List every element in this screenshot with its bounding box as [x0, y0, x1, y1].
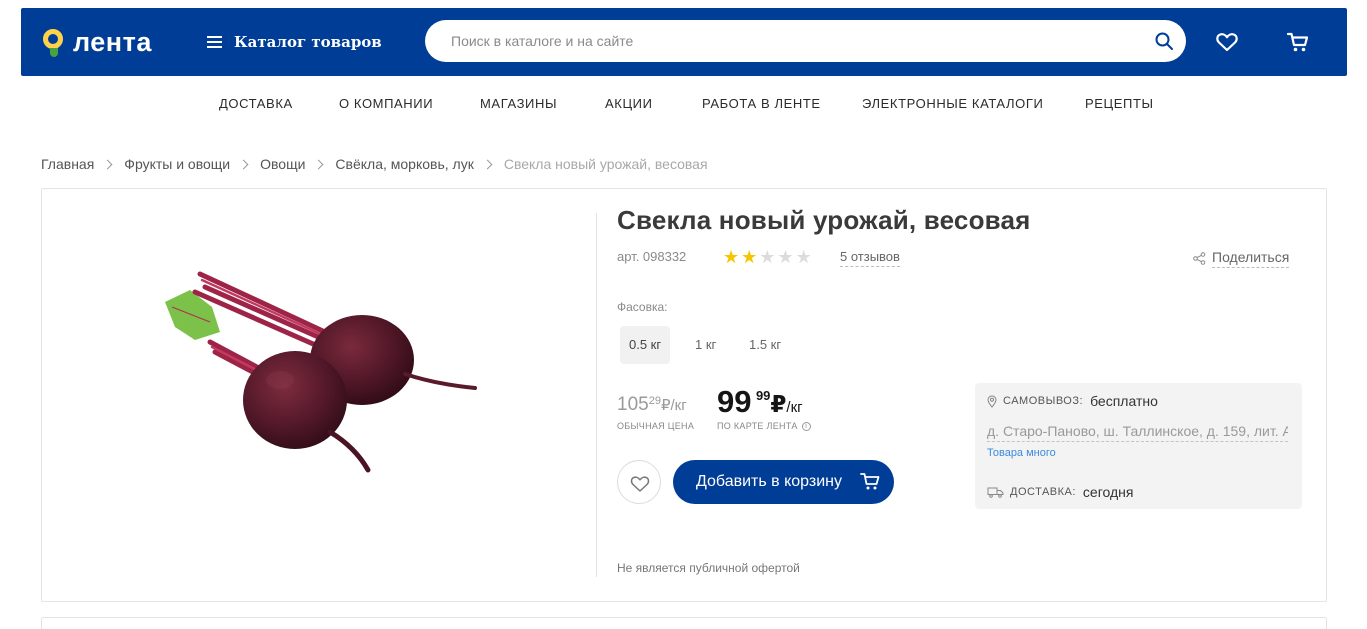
regular-price-cents: 29 — [648, 395, 661, 407]
favorites-heart-icon[interactable] — [1214, 29, 1240, 55]
rating-stars[interactable]: ★ ★ ★ ★ ★ — [723, 248, 814, 266]
disclaimer: Не является публичной офертой — [617, 561, 800, 575]
card-price-unit: /кг — [786, 399, 803, 416]
card-price-cents: 99 — [755, 388, 771, 403]
store-address[interactable]: д. Старо-Паново, ш. Таллинское, д. 159, … — [987, 423, 1288, 442]
site-header: лента Каталог товаров — [21, 8, 1347, 76]
pickup-label: САМОВЫВОЗ: — [1003, 395, 1084, 407]
menu-icon — [207, 36, 222, 48]
delivery-info-box: САМОВЫВОЗ: бесплатно д. Старо-Паново, ш.… — [975, 383, 1302, 509]
chevron-right-icon — [238, 159, 249, 169]
regular-price-unit: ₽/кг — [660, 397, 687, 414]
share-button[interactable]: Поделиться — [1193, 249, 1290, 268]
next-section-card — [41, 617, 1327, 629]
nav-item-e-catalogs[interactable]: ЭЛЕКТРОННЫЕ КАТАЛОГИ — [862, 96, 1043, 111]
add-to-cart-button[interactable]: Добавить в корзину — [673, 460, 894, 504]
chevron-right-icon — [313, 159, 324, 169]
lenta-logo[interactable]: лента — [41, 25, 152, 59]
product-title: Свекла новый урожай, весовая — [617, 205, 1031, 235]
breadcrumb-beet-carrot-onion[interactable]: Свёкла, морковь, лук — [335, 156, 473, 172]
star-icon-filled: ★ — [723, 247, 740, 267]
cart-icon — [860, 473, 880, 490]
catalog-button[interactable]: Каталог товаров — [207, 30, 382, 54]
stock-status: Товара много — [987, 447, 1056, 459]
star-icon-filled: ★ — [741, 247, 758, 267]
card-price-currency: ₽ — [770, 391, 787, 417]
cart-icon[interactable] — [1285, 29, 1311, 55]
card-price: 99 99₽/кг — [717, 384, 803, 420]
location-pin-icon — [987, 394, 997, 408]
packaging-option-1kg[interactable]: 1 кг — [686, 326, 725, 364]
lenta-logo-icon — [41, 27, 67, 57]
card-price-caption-row: ПО КАРТЕ ЛЕНТА i — [717, 421, 811, 431]
add-to-favorites-button[interactable] — [617, 460, 661, 504]
article-number: арт. 098332 — [617, 249, 687, 264]
share-icon — [1193, 252, 1206, 265]
star-icon-empty: ★ — [795, 247, 812, 267]
delivery-label: ДОСТАВКА: — [1010, 486, 1076, 498]
add-to-cart-label: Добавить в корзину — [696, 473, 843, 490]
chevron-right-icon — [102, 159, 113, 169]
heart-icon — [630, 476, 650, 492]
breadcrumb: Главная Фрукты и овощи Овощи Свёкла, мор… — [41, 155, 708, 173]
nav-item-stores[interactable]: МАГАЗИНЫ — [480, 96, 557, 111]
search-bar — [425, 20, 1186, 62]
main-nav: ДОСТАВКА О КОМПАНИИ МАГАЗИНЫ АКЦИИ РАБОТ… — [0, 96, 1367, 118]
breadcrumb-vegetables[interactable]: Овощи — [260, 156, 305, 172]
packaging-option-1-5kg[interactable]: 1.5 кг — [740, 326, 790, 364]
reviews-link[interactable]: 5 отзывов — [840, 249, 900, 267]
star-icon-empty: ★ — [777, 247, 794, 267]
catalog-label: Каталог товаров — [234, 33, 382, 51]
card-price-int: 99 — [717, 384, 752, 419]
delivery-row: ДОСТАВКА: сегодня — [987, 484, 1133, 500]
search-icon[interactable] — [1154, 31, 1174, 51]
packaging-label: Фасовка: — [617, 300, 668, 314]
nav-item-recipes[interactable]: РЕЦЕПТЫ — [1085, 96, 1154, 111]
card-price-caption: ПО КАРТЕ ЛЕНТА — [717, 421, 798, 431]
search-input[interactable] — [451, 20, 1131, 62]
info-icon[interactable]: i — [801, 421, 811, 431]
breadcrumb-fruits-vegetables[interactable]: Фрукты и овощи — [124, 156, 230, 172]
nav-item-delivery[interactable]: ДОСТАВКА — [219, 96, 293, 111]
breadcrumb-home[interactable]: Главная — [41, 156, 94, 172]
delivery-truck-icon — [987, 487, 1004, 498]
delivery-value: сегодня — [1082, 484, 1134, 500]
pickup-row: САМОВЫВОЗ: бесплатно — [987, 393, 1158, 409]
product-image-beets[interactable] — [150, 262, 490, 477]
card-divider — [596, 213, 597, 577]
breadcrumb-current: Свекла новый урожай, весовая — [503, 156, 708, 172]
packaging-option-0-5kg[interactable]: 0.5 кг — [620, 326, 671, 364]
share-label: Поделиться — [1212, 249, 1290, 268]
nav-item-about[interactable]: О КОМПАНИИ — [339, 96, 433, 111]
star-icon-empty: ★ — [759, 247, 776, 267]
pickup-value: бесплатно — [1090, 393, 1158, 409]
chevron-right-icon — [482, 159, 493, 169]
nav-item-promotions[interactable]: АКЦИИ — [605, 96, 653, 111]
nav-item-careers[interactable]: РАБОТА В ЛЕНТЕ — [702, 96, 821, 111]
regular-price-int: 105 — [617, 394, 649, 415]
logo-text: лента — [73, 27, 152, 57]
regular-price: 10529₽/кг — [617, 394, 687, 416]
regular-price-caption: ОБЫЧНАЯ ЦЕНА — [617, 421, 695, 431]
